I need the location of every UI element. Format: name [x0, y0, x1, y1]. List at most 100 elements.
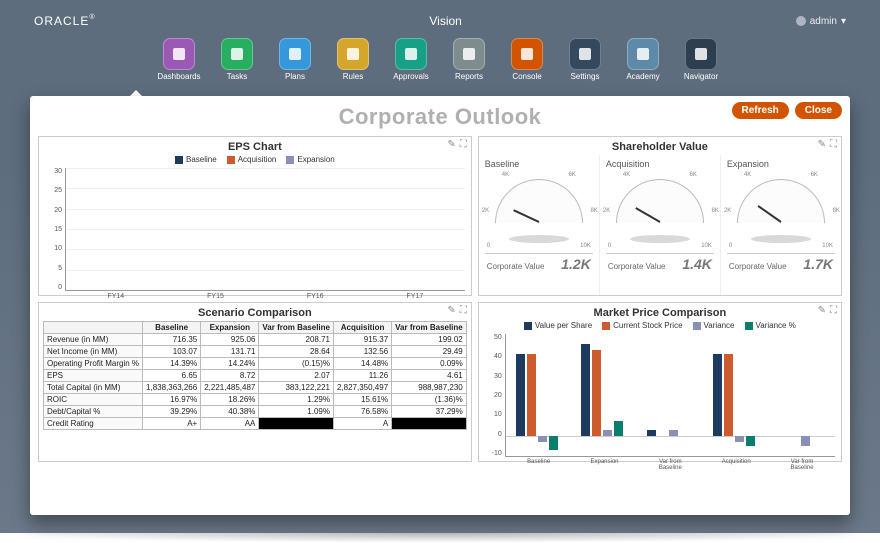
market-bar-group: Var from Baseline: [779, 334, 825, 456]
panel-scenario-comparison: ✎ ⛶ Scenario Comparison BaselineExpansio…: [38, 302, 472, 462]
nav-item-console[interactable]: Console: [503, 38, 551, 81]
market-title: Market Price Comparison: [479, 303, 841, 321]
nav-item-dashboards[interactable]: Dashboards: [155, 38, 203, 81]
nav-label: Plans: [271, 72, 319, 81]
nav-icon: [163, 38, 195, 70]
table-header: Baseline: [143, 322, 201, 334]
nav-icon: [685, 38, 717, 70]
gauge-footer-label: Corporate Value: [487, 262, 545, 271]
market-x-label: Acquisition: [713, 456, 759, 465]
avatar-icon: [796, 16, 806, 26]
nav-item-approvals[interactable]: Approvals: [387, 38, 435, 81]
table-header: Var from Baseline: [259, 322, 334, 334]
gauge-footer-label: Corporate Value: [729, 262, 787, 271]
nav-icon: [511, 38, 543, 70]
table-row: Debt/Capital %39.29%40.38%1.09%76.58%37.…: [44, 406, 467, 418]
legend-item: Current Stock Price: [602, 321, 682, 330]
table-row: Operating Profit Margin %14.39%14.24%(0.…: [44, 358, 467, 370]
market-x-label: Baseline: [516, 456, 562, 465]
nav-item-plans[interactable]: Plans: [271, 38, 319, 81]
table-row: Net Income (in MM)103.07131.7128.64132.5…: [44, 346, 467, 358]
app-title: Vision: [96, 14, 796, 28]
panel-market-price: ✎ ⛶ Market Price Comparison Value per Sh…: [478, 302, 842, 462]
nav-item-navigator[interactable]: Navigator: [677, 38, 725, 81]
market-x-label: Var from Baseline: [647, 456, 693, 471]
nav-item-rules[interactable]: Rules: [329, 38, 377, 81]
nav-icon: [221, 38, 253, 70]
gauge-value: 1.4K: [682, 256, 712, 272]
legend-item: Value per Share: [524, 321, 592, 330]
scenario-table: BaselineExpansionVar from BaselineAcquis…: [43, 321, 467, 430]
market-bar-group: Var from Baseline: [647, 334, 693, 456]
panel-eps-chart: ✎ ⛶ EPS Chart Baseline Acquisition Expansi…: [38, 136, 472, 296]
nav-icon: [395, 38, 427, 70]
eps-x-label: FY17: [387, 290, 443, 300]
edit-icon[interactable]: ✎: [447, 305, 455, 316]
legend-item: Expansion: [286, 155, 334, 164]
edit-icon[interactable]: ✎: [818, 139, 826, 150]
gauge-baseline: Baseline 4K6K 2K8K 010K Corporate Value …: [479, 155, 599, 295]
eps-x-label: FY16: [287, 290, 343, 300]
panel-shareholder-value: ✎ ⛶ Shareholder Value Baseline 4K6K 2K8K…: [478, 136, 842, 296]
nav-icon: [337, 38, 369, 70]
nav-label: Navigator: [677, 72, 725, 81]
legend-item: Acquisition: [227, 155, 277, 164]
market-x-label: Expansion: [581, 456, 627, 465]
maximize-icon[interactable]: ⛶: [460, 305, 467, 316]
page-title: Corporate Outlook: [339, 104, 542, 130]
table-row: EPS6.658.722.0711.264.61: [44, 370, 467, 382]
gauge-title: Shareholder Value: [479, 137, 841, 155]
maximize-icon[interactable]: ⛶: [830, 305, 837, 316]
legend-item: Variance: [693, 321, 735, 330]
table-header: Expansion: [201, 322, 259, 334]
table-header: Acquisition: [333, 322, 391, 334]
nav-item-tasks[interactable]: Tasks: [213, 38, 261, 81]
nav-label: Reports: [445, 72, 493, 81]
nav-label: Tasks: [213, 72, 261, 81]
scenario-title: Scenario Comparison: [39, 303, 471, 321]
maximize-icon[interactable]: ⛶: [460, 139, 467, 150]
chevron-down-icon: ▾: [841, 16, 846, 27]
gauge-head: Acquisition: [606, 159, 714, 169]
market-bar-group: Baseline: [516, 334, 562, 456]
market-bar-group: Acquisition: [713, 334, 759, 456]
gauge-head: Baseline: [485, 159, 593, 169]
nav-item-academy[interactable]: Academy: [619, 38, 667, 81]
table-row: ROIC16.97%18.26%1.29%15.61%(1.36)%: [44, 394, 467, 406]
nav-label: Console: [503, 72, 551, 81]
user-name: admin: [810, 16, 837, 27]
gauge-expansion: Expansion 4K6K 2K8K 010K Corporate Value…: [720, 155, 841, 295]
edit-icon[interactable]: ✎: [818, 305, 826, 316]
close-button[interactable]: Close: [795, 102, 842, 119]
nav-icon: [569, 38, 601, 70]
table-row: Total Capital (in MM)1,838,363,2662,221,…: [44, 382, 467, 394]
eps-x-label: FY14: [88, 290, 144, 300]
gauge-head: Expansion: [727, 159, 835, 169]
market-x-label: Var from Baseline: [779, 456, 825, 471]
refresh-button[interactable]: Refresh: [732, 102, 789, 119]
table-header: Var from Baseline: [392, 322, 467, 334]
market-bar-group: Expansion: [581, 334, 627, 456]
nav-item-reports[interactable]: Reports: [445, 38, 493, 81]
nav-label: Approvals: [387, 72, 435, 81]
gauge-value: 1.7K: [803, 256, 833, 272]
nav-icon: [627, 38, 659, 70]
nav-label: Academy: [619, 72, 667, 81]
brand-logo: ORACLE®: [34, 14, 96, 28]
nav-label: Rules: [329, 72, 377, 81]
legend-item: Baseline: [175, 155, 217, 164]
edit-icon[interactable]: ✎: [447, 139, 455, 150]
gauge-value: 1.2K: [561, 256, 591, 272]
nav-icon: [453, 38, 485, 70]
gauge-footer-label: Corporate Value: [608, 262, 666, 271]
nav-icon: [279, 38, 311, 70]
nav-label: Settings: [561, 72, 609, 81]
legend-item: Variance %: [745, 321, 796, 330]
user-menu[interactable]: admin ▾: [796, 16, 846, 27]
nav-label: Dashboards: [155, 72, 203, 81]
table-row: Credit RatingA+AAA: [44, 418, 467, 430]
maximize-icon[interactable]: ⛶: [830, 139, 837, 150]
eps-title: EPS Chart: [39, 137, 471, 155]
table-row: Revenue (in MM)716.35925.06208.71915.371…: [44, 334, 467, 346]
nav-item-settings[interactable]: Settings: [561, 38, 609, 81]
